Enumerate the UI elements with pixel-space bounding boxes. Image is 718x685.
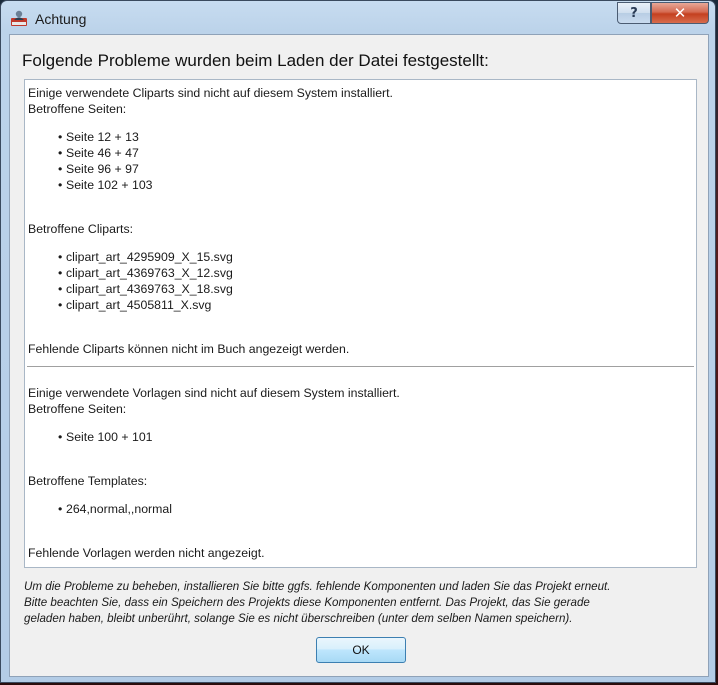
cliparts-intro: Einige verwendete Cliparts sind nicht au… xyxy=(28,86,393,100)
dialog-heading: Folgende Probleme wurden beim Laden der … xyxy=(22,51,489,70)
list-item: Seite 46 + 47 xyxy=(58,146,139,160)
section-divider xyxy=(27,366,694,367)
help-button[interactable]: ? xyxy=(617,2,651,24)
note-line: geladen haben, bleibt unberührt, solange… xyxy=(24,612,573,625)
cliparts-footer: Fehlende Cliparts können nicht im Buch a… xyxy=(28,342,350,356)
list-item: Seite 102 + 103 xyxy=(58,178,153,192)
close-button[interactable]: ✕ xyxy=(651,2,709,24)
templates-items-label: Betroffene Templates: xyxy=(28,474,148,488)
note-line: Bitte beachten Sie, dass ein Speichern d… xyxy=(24,596,590,609)
list-item: clipart_art_4369763_X_12.svg xyxy=(58,266,233,280)
app-icon xyxy=(10,9,28,27)
list-item: Seite 96 + 97 xyxy=(58,162,139,176)
templates-pages-label: Betroffene Seiten: xyxy=(28,402,127,416)
templates-footer: Fehlende Vorlagen werden nicht angezeigt… xyxy=(28,546,265,560)
note-line: Um die Probleme zu beheben, installieren… xyxy=(24,580,611,593)
list-item: clipart_art_4505811_X.svg xyxy=(58,298,211,312)
dialog-client-area: Folgende Probleme wurden beim Laden der … xyxy=(9,34,709,677)
ok-button[interactable]: OK xyxy=(316,637,406,663)
templates-intro: Einige verwendete Vorlagen sind nicht au… xyxy=(28,386,400,400)
close-icon: ✕ xyxy=(673,4,687,22)
list-item: Seite 100 + 101 xyxy=(58,430,153,444)
resolution-note: Um die Probleme zu beheben, installieren… xyxy=(24,579,704,627)
title-bar[interactable]: Achtung ? ✕ xyxy=(1,1,715,35)
dialog-window: Achtung ? ✕ Folgende Probleme wurden bei… xyxy=(0,0,716,683)
list-item: 264,normal,,normal xyxy=(58,502,172,516)
list-item: clipart_art_4369763_X_18.svg xyxy=(58,282,233,296)
help-icon: ? xyxy=(630,5,638,21)
list-item: clipart_art_4295909_X_15.svg xyxy=(58,250,233,264)
cliparts-items-label: Betroffene Cliparts: xyxy=(28,222,134,236)
problem-report-box[interactable]: Einige verwendete Cliparts sind nicht au… xyxy=(24,79,697,568)
cliparts-pages-label: Betroffene Seiten: xyxy=(28,102,127,116)
window-title: Achtung xyxy=(35,11,87,27)
list-item: Seite 12 + 13 xyxy=(58,130,139,144)
